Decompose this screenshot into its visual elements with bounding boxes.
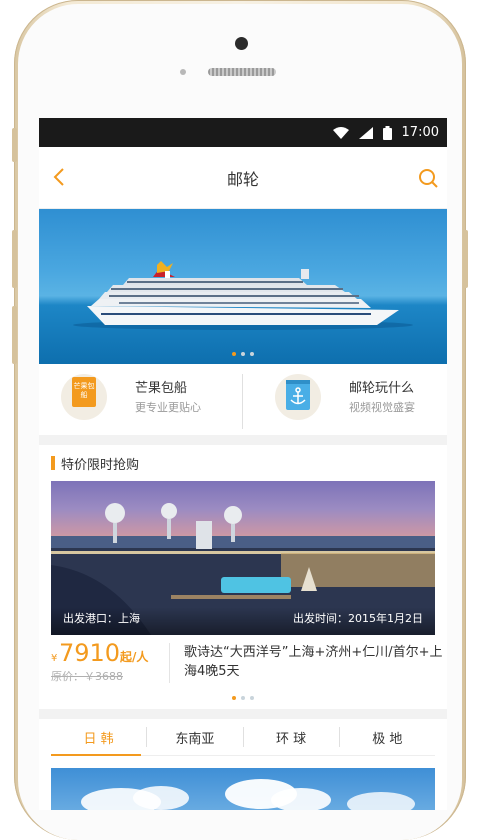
deal-pagination <box>39 687 447 709</box>
tab-southeast-asia[interactable]: 东南亚 <box>147 728 242 747</box>
status-bar: 17:00 <box>39 118 447 147</box>
destination-image[interactable] <box>51 768 435 810</box>
feature-cruise-fun[interactable]: 邮轮玩什么 视频视觉盛宴 <box>243 364 447 435</box>
deal-image[interactable]: 出发港口：上海 出发时间：2015年1月2日 <box>51 481 435 635</box>
signal-icon <box>358 126 373 139</box>
page-title: 邮轮 <box>226 169 259 189</box>
cruise-ship-image <box>73 261 413 330</box>
divider <box>169 643 170 683</box>
feature-title: 芒果包船 <box>135 381 188 396</box>
region-tabs: 日 韩 东南亚 环 球 极 地 <box>51 719 435 756</box>
flash-sale-section: 特价限时抢购 出发港口：上海 出发时间：2015年1月2日 ¥ 7910 起/人… <box>39 445 447 709</box>
price-unit: 起/人 <box>120 650 149 664</box>
banner-pagination <box>39 352 447 356</box>
back-arrow-icon[interactable] <box>49 166 71 188</box>
mute-switch <box>12 128 17 162</box>
power-button <box>463 230 468 288</box>
region-section: 日 韩 东南亚 环 球 极 地 <box>39 719 447 810</box>
tab-global[interactable]: 环 球 <box>244 728 339 747</box>
search-icon[interactable] <box>417 167 439 189</box>
departure-port: 出发港口：上海 <box>63 612 140 625</box>
pagination-dot[interactable] <box>241 352 245 356</box>
tab-polar[interactable]: 极 地 <box>340 728 435 747</box>
proximity-sensor <box>180 69 186 75</box>
feature-mango-charter[interactable]: 芒果包船 芒果包船 更专业更贴心 <box>39 364 243 435</box>
section-accent-bar <box>51 456 55 470</box>
currency-symbol: ¥ <box>51 653 58 664</box>
wifi-icon <box>332 126 349 139</box>
section-title: 特价限时抢购 <box>61 457 140 473</box>
tab-japan-korea[interactable]: 日 韩 <box>51 728 146 747</box>
app-screen: 17:00 邮轮 芒果包船 芒果包船 更专业更贴心 邮轮玩什么 视频视觉盛宴 特… <box>39 118 447 810</box>
pagination-dot[interactable] <box>232 352 236 356</box>
deal-title: 歌诗达“大西洋号”上海+济州+仁川/首尔+上海4晚5天 <box>184 645 443 679</box>
original-price: 原价：￥3688 <box>51 670 123 683</box>
flag-icon: 芒果包船 <box>72 377 96 407</box>
hero-banner[interactable] <box>39 209 447 364</box>
feature-title: 邮轮玩什么 <box>349 381 415 396</box>
departure-date: 出发时间：2015年1月2日 <box>293 612 423 625</box>
pagination-dot[interactable] <box>250 352 254 356</box>
deal-info[interactable]: ¥ 7910 起/人 原价：￥3688 歌诗达“大西洋号”上海+济州+仁川/首尔… <box>51 635 443 687</box>
section-header: 特价限时抢购 <box>39 445 447 481</box>
deal-price: 7910 <box>59 639 121 667</box>
feature-row: 芒果包船 芒果包船 更专业更贴心 邮轮玩什么 视频视觉盛宴 <box>39 364 447 435</box>
pagination-dot[interactable] <box>241 696 245 700</box>
cruise-fun-icon <box>275 374 321 420</box>
mango-charter-icon: 芒果包船 <box>61 374 107 420</box>
pagination-dot[interactable] <box>232 696 236 700</box>
feature-subtitle: 视频视觉盛宴 <box>349 401 415 414</box>
front-camera <box>235 37 248 50</box>
feature-subtitle: 更专业更贴心 <box>135 401 201 414</box>
battery-icon <box>382 125 392 140</box>
volume-up-button <box>12 230 17 288</box>
sky-clouds-image <box>81 779 415 810</box>
nav-bar: 邮轮 <box>39 147 447 209</box>
anchor-icon <box>286 380 310 410</box>
earpiece-speaker <box>208 68 276 76</box>
volume-down-button <box>12 306 17 364</box>
status-time: 17:00 <box>401 125 439 140</box>
active-tab-indicator <box>51 754 141 756</box>
pagination-dot[interactable] <box>250 696 254 700</box>
